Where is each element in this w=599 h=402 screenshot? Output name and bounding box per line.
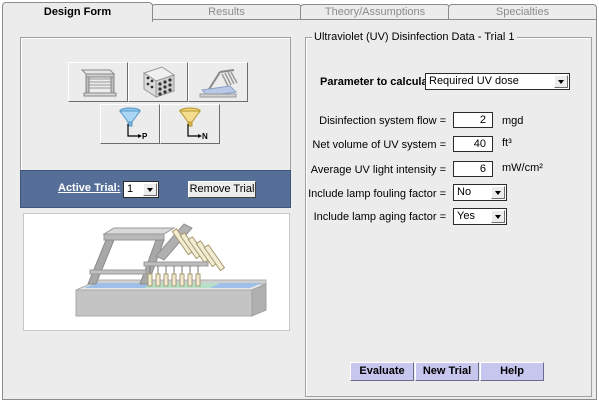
aging-value: Yes bbox=[457, 210, 475, 222]
chevron-down-icon[interactable] bbox=[491, 186, 505, 199]
svg-text:N: N bbox=[202, 132, 208, 141]
flow-input[interactable]: 2 bbox=[453, 112, 493, 128]
chevron-down-icon[interactable] bbox=[554, 75, 568, 88]
reactor-frame-icon bbox=[80, 69, 117, 97]
design-form-panel: P N Active Trial: 1 Remove Trial Ultravi… bbox=[2, 19, 597, 400]
help-button[interactable]: Help bbox=[480, 362, 544, 381]
funnel-p-icon: P bbox=[119, 107, 148, 141]
svg-text:P: P bbox=[142, 132, 148, 141]
lamp-angle-button[interactable] bbox=[188, 62, 248, 102]
volume-label: Net volume of UV system = bbox=[312, 139, 446, 151]
funnel-n-icon: N bbox=[179, 107, 208, 141]
active-trial-select[interactable]: 1 bbox=[123, 181, 159, 198]
chevron-down-icon[interactable] bbox=[143, 183, 157, 196]
uv-data-group: Ultraviolet (UV) Disinfection Data - Tri… bbox=[305, 31, 592, 397]
parameter-select[interactable]: Required UV dose bbox=[425, 73, 570, 90]
aging-label: Include lamp aging factor = bbox=[313, 211, 446, 223]
new-trial-button[interactable]: New Trial bbox=[415, 362, 479, 381]
tab-design-form[interactable]: Design Form bbox=[2, 2, 153, 22]
parameter-value: Required UV dose bbox=[429, 75, 519, 87]
reactor-frame-button[interactable] bbox=[68, 62, 128, 102]
lamp-array-button[interactable] bbox=[128, 62, 188, 102]
tab-bar: Design Form Results Theory/Assumptions S… bbox=[2, 2, 597, 22]
intensity-unit: mW/cm² bbox=[502, 162, 543, 174]
lamp-array-icon bbox=[142, 66, 176, 98]
aging-select[interactable]: Yes bbox=[453, 208, 507, 225]
funnel-n-button[interactable]: N bbox=[160, 104, 220, 144]
process-icon-group: P N bbox=[20, 37, 291, 184]
volume-input[interactable]: 40 bbox=[453, 136, 493, 152]
flow-label: Disinfection system flow = bbox=[319, 115, 446, 127]
lamp-angle-icon bbox=[199, 69, 238, 98]
intensity-label: Average UV light intensity = bbox=[310, 164, 446, 176]
active-trial-bar: Active Trial: 1 Remove Trial bbox=[20, 170, 291, 208]
uv-reactor-diagram-icon bbox=[75, 223, 267, 317]
uv-system-illustration bbox=[23, 213, 290, 331]
flow-unit: mgd bbox=[502, 115, 524, 127]
fouling-select[interactable]: No bbox=[453, 184, 507, 201]
active-trial-label: Active Trial: bbox=[58, 182, 121, 194]
fouling-value: No bbox=[457, 186, 472, 198]
chevron-down-icon[interactable] bbox=[491, 210, 505, 223]
funnel-p-button[interactable]: P bbox=[100, 104, 160, 144]
intensity-input[interactable]: 6 bbox=[453, 161, 493, 177]
fouling-label: Include lamp fouling factor = bbox=[308, 188, 446, 200]
parameter-label: Parameter to calculate: bbox=[320, 76, 442, 88]
evaluate-button[interactable]: Evaluate bbox=[350, 362, 414, 381]
volume-unit: ft³ bbox=[502, 137, 512, 149]
uv-data-title: Ultraviolet (UV) Disinfection Data - Tri… bbox=[312, 31, 517, 43]
active-trial-value: 1 bbox=[127, 183, 134, 195]
remove-trial-button[interactable]: Remove Trial bbox=[188, 181, 256, 198]
app-window: Design Form Results Theory/Assumptions S… bbox=[0, 0, 599, 402]
